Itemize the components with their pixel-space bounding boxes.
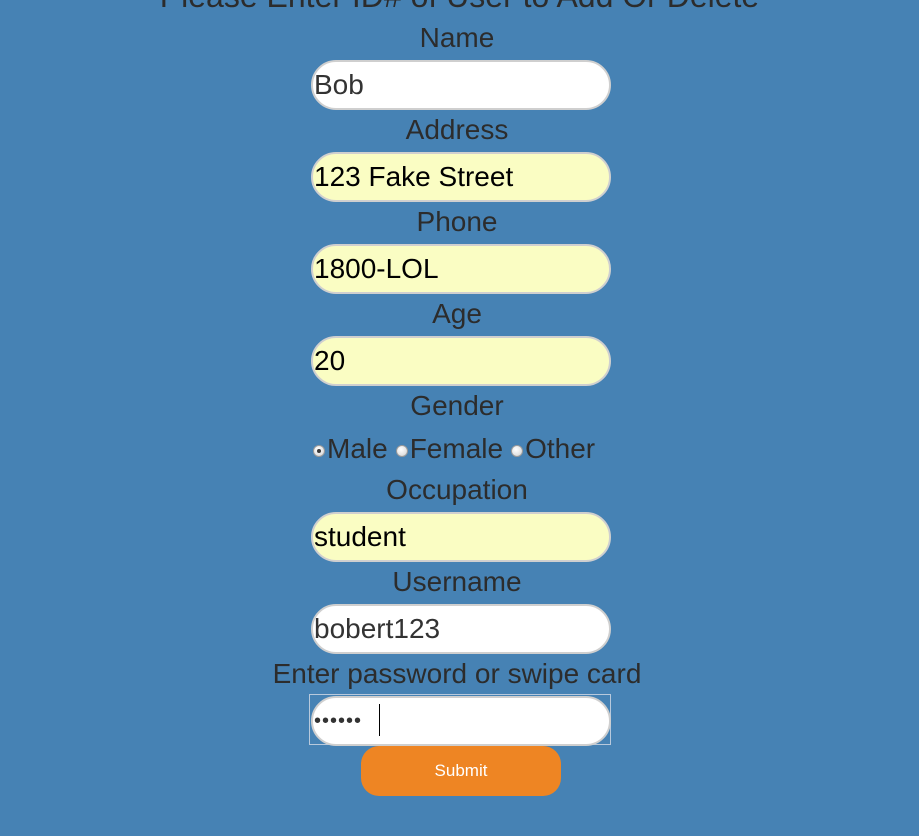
occupation-field[interactable]: [311, 512, 611, 562]
gender-radio-group: Male Female Other: [312, 432, 602, 466]
gender-option-female-label[interactable]: Female: [410, 433, 503, 465]
gender-option-male-label[interactable]: Male: [327, 433, 388, 465]
password-label: Enter password or swipe card: [272, 658, 642, 689]
username-label: Username: [392, 566, 522, 597]
address-label: Address: [405, 114, 509, 145]
username-field[interactable]: [311, 604, 611, 654]
phone-label: Phone: [416, 206, 498, 237]
age-field[interactable]: [311, 336, 611, 386]
gender-radio-male[interactable]: [313, 445, 325, 457]
page-heading: Please Enter ID# of User to Add Or Delet…: [0, 0, 919, 14]
address-field[interactable]: [311, 152, 611, 202]
gender-label: Gender: [410, 390, 504, 421]
gender-radio-female[interactable]: [395, 445, 408, 457]
age-label: Age: [432, 298, 482, 329]
gender-option-other-label[interactable]: Other: [525, 433, 595, 465]
password-field[interactable]: [311, 696, 611, 746]
occupation-label: Occupation: [386, 474, 528, 505]
phone-field[interactable]: [311, 244, 611, 294]
submit-button[interactable]: Submit: [361, 746, 561, 796]
text-caret: [379, 704, 380, 736]
gender-radio-other[interactable]: [511, 445, 524, 457]
name-label: Name: [419, 22, 495, 53]
name-field[interactable]: [311, 60, 611, 110]
